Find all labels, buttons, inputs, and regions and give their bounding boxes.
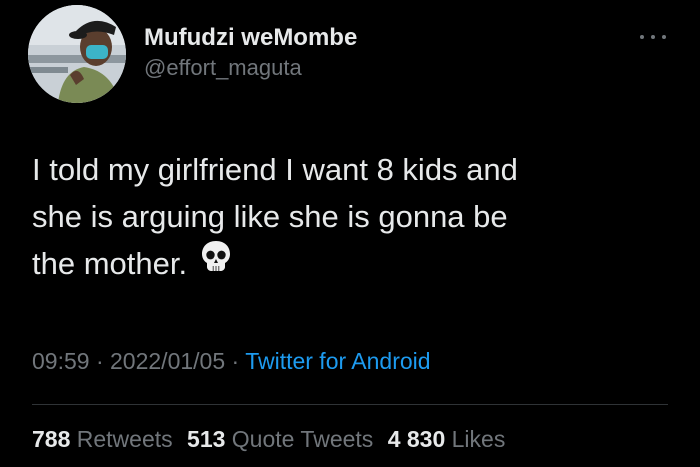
tweet-text: I told my girlfriend I want 8 kids and s…: [32, 146, 672, 289]
avatar[interactable]: [28, 5, 126, 103]
more-options-icon[interactable]: [640, 27, 666, 47]
likes-stat[interactable]: 4 830 Likes: [388, 426, 506, 452]
avatar-photo: [28, 5, 126, 103]
likes-count: 4 830: [387, 426, 446, 452]
display-name[interactable]: Mufudzi weMombe: [144, 24, 357, 52]
tweet-text-line: I told my girlfriend I want 8 kids and: [32, 152, 518, 187]
meta-separator: ·: [95, 348, 104, 374]
more-dot: [651, 35, 655, 39]
retweets-count: 788: [32, 426, 71, 452]
tweet-text-line: she is arguing like she is gonna be: [32, 199, 508, 234]
retweets-label: Retweets: [76, 426, 173, 452]
divider: [32, 404, 668, 405]
tweet-text-line-last: the mother.: [32, 240, 672, 289]
quote-tweets-stat[interactable]: 513 Quote Tweets: [187, 426, 373, 452]
tweet-text-line-end: the mother.: [32, 246, 188, 281]
tweet-date[interactable]: 2022/01/05: [110, 348, 225, 374]
tweet-time[interactable]: 09:59: [32, 348, 90, 374]
engagement-stats: 788 Retweets 513 Quote Tweets 4 830 Like…: [32, 424, 513, 454]
tweet-card: Mufudzi weMombe @effort_maguta I told my…: [0, 0, 700, 467]
tweet-source-link[interactable]: Twitter for Android: [245, 348, 430, 374]
author-block[interactable]: Mufudzi weMombe @effort_maguta: [144, 24, 357, 82]
skull-icon: [201, 238, 231, 285]
user-handle[interactable]: @effort_maguta: [144, 54, 357, 82]
more-dot: [662, 35, 666, 39]
quote-tweets-label: Quote Tweets: [231, 426, 374, 452]
quote-tweets-count: 513: [187, 426, 226, 452]
tweet-meta: 09:59 · 2022/01/05 · Twitter for Android: [32, 346, 431, 376]
retweets-stat[interactable]: 788 Retweets: [32, 426, 173, 452]
more-dot: [640, 35, 644, 39]
likes-label: Likes: [451, 426, 506, 452]
meta-separator: ·: [231, 348, 240, 374]
